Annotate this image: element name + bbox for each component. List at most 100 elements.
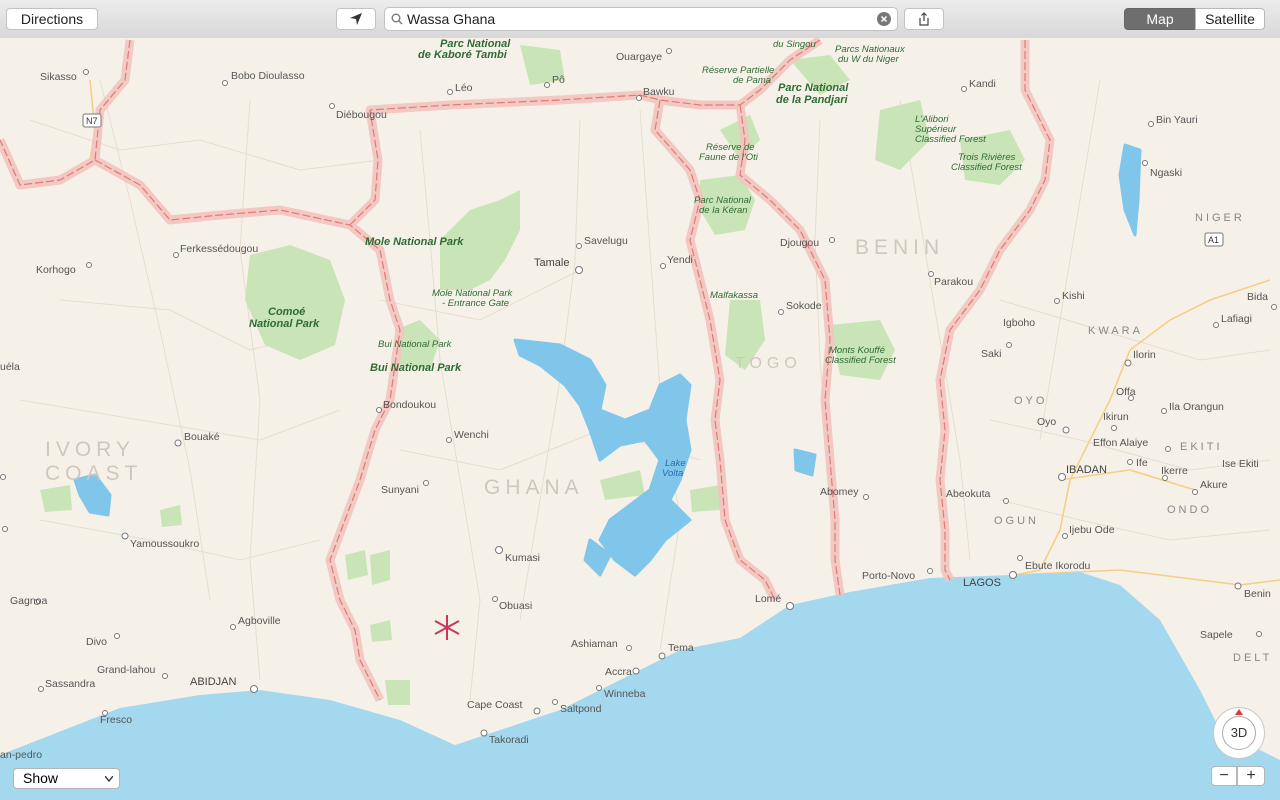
park-label: de Pama <box>733 75 771 86</box>
city-label: Winneba <box>604 688 646 700</box>
city-label: Benin <box>1244 588 1271 600</box>
city-label: Pô <box>552 74 565 86</box>
city-label: Ferkessédougou <box>180 243 258 255</box>
country-label-coast: COAST <box>45 462 142 485</box>
city-label: IBADAN <box>1066 464 1107 476</box>
city-label: Offa <box>1116 386 1136 398</box>
country-label-benin: BENIN <box>855 236 944 259</box>
city-label: Divo <box>86 636 107 648</box>
city-label: Ikerre <box>1161 465 1188 477</box>
city-label: ABIDJAN <box>190 676 237 688</box>
clear-search-icon[interactable] <box>877 12 891 26</box>
road-shield-a1: A1 <box>1204 232 1224 247</box>
park-label: - Entrance Gate <box>442 298 509 309</box>
city-label: Bouaké <box>184 431 220 443</box>
city-label: du Singou <box>773 39 817 50</box>
city-label: Oyo <box>1037 416 1056 428</box>
city-label: Djougou <box>780 237 819 249</box>
park-label: Parc National <box>778 82 849 94</box>
city-label: Léo <box>455 82 473 94</box>
park-label: du W du Niger <box>838 54 900 65</box>
road-shield-n7: N7 <box>82 113 102 128</box>
search-field[interactable] <box>384 7 898 31</box>
city-label: Accra <box>605 666 632 678</box>
region-label: NIGER <box>1195 212 1245 224</box>
city-label: Ila Orangun <box>1169 401 1224 413</box>
city-label: Ise Ekiti <box>1222 458 1259 470</box>
city-label: Wenchi <box>454 429 489 441</box>
show-label: Show <box>23 770 59 786</box>
city-label: Lafiagi <box>1221 313 1252 325</box>
park-label: Faune de l'Oti <box>699 152 759 163</box>
region-label: DELT <box>1233 652 1272 664</box>
city-label: uéla <box>0 361 20 373</box>
location-arrow-icon <box>350 13 362 25</box>
compass-north-icon <box>1235 709 1243 715</box>
city-label: Tamale <box>534 257 569 269</box>
city-label: Sokode <box>786 300 822 312</box>
current-location-button[interactable] <box>336 8 376 30</box>
share-button[interactable] <box>904 8 944 30</box>
park-label: National Park <box>249 318 320 330</box>
park-label: Mole National Park <box>365 236 464 248</box>
country-label-ghana: GHANA <box>484 476 584 499</box>
park-label: Comoé <box>268 306 305 318</box>
city-label: Bin Yauri <box>1156 114 1198 126</box>
map-canvas[interactable]: GHANA BENIN TOGO IVORY COAST NIGER KWARA… <box>0 38 1280 800</box>
toolbar: Directions Map Satellite <box>0 0 1280 39</box>
3d-toggle[interactable]: 3D <box>1222 716 1256 750</box>
svg-text:N7: N7 <box>86 116 98 126</box>
city-label: Takoradi <box>489 734 529 746</box>
city-label: Ouargaye <box>616 51 662 63</box>
share-icon <box>919 12 929 26</box>
city-label: Abomey <box>820 486 859 498</box>
city-label: Saltpond <box>560 703 602 715</box>
city-label: Bondoukou <box>383 399 436 411</box>
city-label: Savelugu <box>584 235 628 247</box>
svg-text:A1: A1 <box>1208 235 1219 245</box>
zoom-out-button[interactable]: − <box>1211 766 1237 786</box>
city-label: Sapele <box>1200 629 1233 641</box>
city-label: Porto-Novo <box>862 570 915 582</box>
search-input[interactable] <box>407 10 867 28</box>
city-label: Grand-lahou <box>97 664 156 676</box>
city-label: Abeokuta <box>946 488 991 500</box>
park-label: Bui National Park <box>370 362 462 374</box>
park-label: Classified Forest <box>951 162 1022 173</box>
city-label: Akure <box>1200 479 1228 491</box>
city-label: Sunyani <box>381 484 419 496</box>
park-label: Malfakassa <box>710 290 758 301</box>
city-label: Obuasi <box>499 600 532 612</box>
region-label: OGUN <box>994 515 1039 527</box>
city-label: Lomé <box>755 593 781 605</box>
city-label: Sassandra <box>45 678 95 690</box>
city-label: Cape Coast <box>467 699 523 711</box>
compass-3d-button[interactable]: 3D <box>1213 707 1265 759</box>
city-label: Bawku <box>643 86 675 98</box>
search-icon <box>391 13 403 25</box>
city-label: Kumasi <box>505 552 540 564</box>
zoom-in-button[interactable]: + <box>1237 766 1265 786</box>
city-label: an-pedro <box>0 749 42 761</box>
city-label: Ebute Ikorodu <box>1025 560 1091 572</box>
map-mode-button[interactable]: Map <box>1124 8 1196 30</box>
park-label: Classified Forest <box>825 355 896 366</box>
city-label: Ilorin <box>1133 349 1156 361</box>
satellite-mode-button[interactable]: Satellite <box>1195 8 1265 30</box>
city-label: LAGOS <box>963 577 1001 589</box>
city-label: Tema <box>668 642 694 654</box>
city-label: Bida <box>1247 291 1268 303</box>
show-dropdown[interactable]: Show <box>13 768 120 789</box>
directions-button[interactable]: Directions <box>6 8 98 30</box>
park-label: de la Kéran <box>699 205 748 216</box>
country-label-ivory: IVORY <box>45 438 135 461</box>
park-label: de Kaboré Tambi <box>418 49 508 61</box>
lake-label: Volta <box>662 468 683 479</box>
region-label: OYO <box>1014 395 1047 407</box>
city-label: Sikasso <box>40 71 77 83</box>
city-label: Effon Alaiye <box>1093 437 1148 449</box>
city-label: Gagnoa <box>10 595 48 607</box>
city-label: Parakou <box>934 276 973 288</box>
city-label: Korhogo <box>36 264 76 276</box>
park-label: Bui National Park <box>378 339 453 350</box>
